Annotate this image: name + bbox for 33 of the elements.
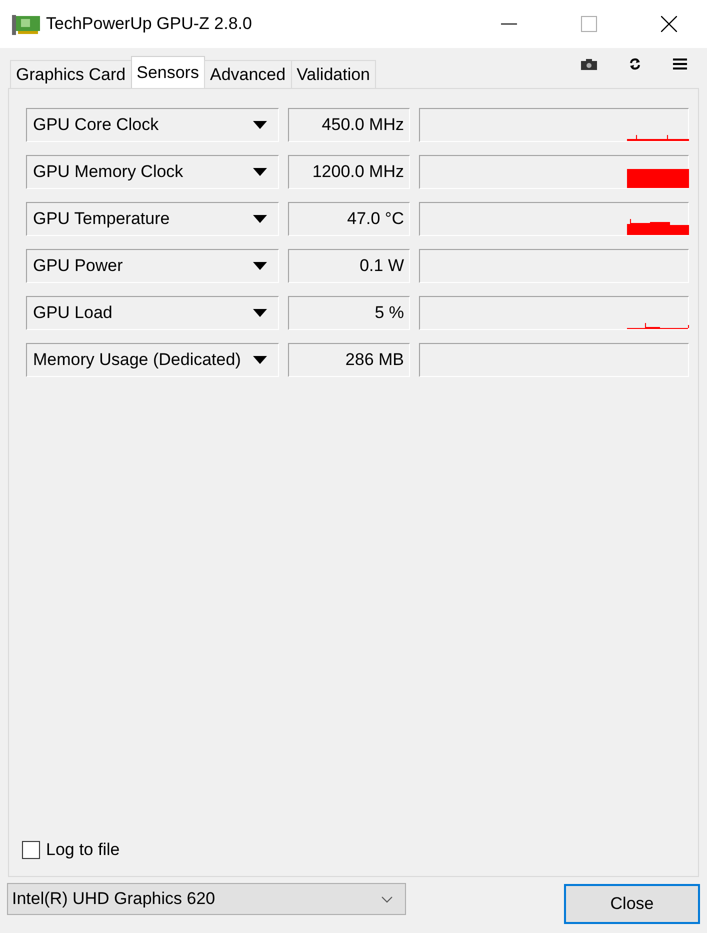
sensor-dropdown[interactable]: GPU Load	[26, 296, 279, 330]
caret-icon	[253, 262, 267, 270]
close-button[interactable]: Close	[564, 884, 700, 924]
sensor-reading: 450.0 MHz	[288, 108, 410, 142]
caret-icon	[253, 215, 267, 223]
sensor-dropdown[interactable]: GPU Memory Clock	[26, 155, 279, 189]
menu-icon[interactable]	[673, 58, 687, 70]
camera-icon[interactable]	[581, 58, 597, 70]
sensor-reading: 1200.0 MHz	[288, 155, 410, 189]
sensor-dropdown[interactable]: Memory Usage (Dedicated)	[26, 343, 279, 377]
sensor-reading: 0.1 W	[288, 249, 410, 283]
tab[interactable]: Validation	[290, 60, 376, 88]
caret-icon	[253, 356, 267, 364]
sensor-dropdown[interactable]: GPU Temperature	[26, 202, 279, 236]
sensor-reading: 286 MB	[288, 343, 410, 377]
refresh-icon[interactable]	[629, 58, 641, 70]
checkbox-label: Log to file	[46, 840, 120, 860]
caret-icon	[253, 121, 267, 129]
tab[interactable]: Sensors	[130, 56, 205, 88]
sensor-reading: 5 %	[288, 296, 410, 330]
sensor-dropdown[interactable]: GPU Core Clock	[26, 108, 279, 142]
chevron-down-icon	[381, 896, 393, 902]
sensor-reading: 47.0 °C	[288, 202, 410, 236]
gpu-dropdown[interactable]: Intel(R) UHD Graphics 620	[7, 883, 406, 915]
sensor-dropdown[interactable]: GPU Power	[26, 249, 279, 283]
caret-icon	[253, 168, 267, 176]
tab[interactable]: Advanced	[204, 60, 292, 88]
checkbox[interactable]	[22, 841, 40, 859]
window-title: TechPowerUp GPU-Z 2.8.0	[46, 14, 252, 34]
caret-icon	[253, 309, 267, 317]
app-icon	[12, 13, 40, 35]
close-icon[interactable]	[661, 16, 677, 32]
tab[interactable]: Graphics Card	[10, 60, 132, 88]
